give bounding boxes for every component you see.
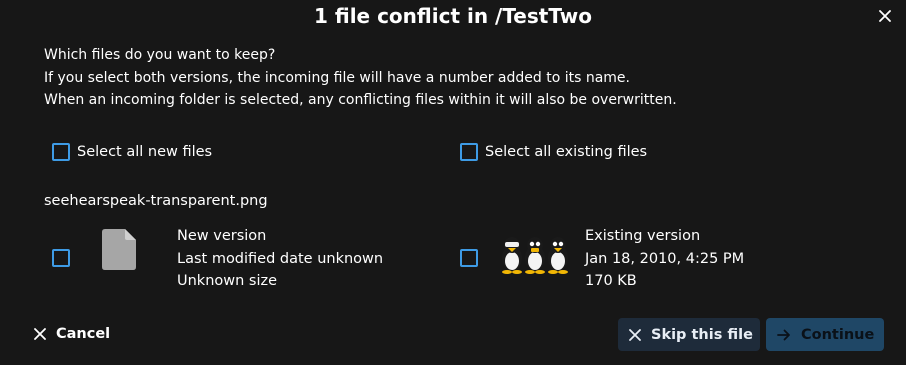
cancel-button[interactable]: Cancel bbox=[30, 318, 114, 350]
existing-version-size: 170 KB bbox=[585, 273, 637, 289]
new-version-checkbox[interactable] bbox=[52, 249, 70, 267]
select-all-new-checkbox[interactable] bbox=[52, 143, 70, 161]
select-all-existing-label[interactable]: Select all existing files bbox=[485, 143, 647, 161]
file-conflict-dialog: 1 file conflict in /TestTwo Which files … bbox=[0, 0, 906, 365]
penguin-3 bbox=[548, 237, 568, 274]
dialog-title: 1 file conflict in /TestTwo bbox=[313, 4, 593, 28]
penguins-thumbnail bbox=[502, 237, 568, 274]
continue-button[interactable]: Continue bbox=[766, 318, 884, 351]
arrow-right-icon bbox=[777, 329, 791, 341]
penguin-1 bbox=[502, 237, 522, 274]
select-all-existing-checkbox[interactable] bbox=[460, 143, 478, 161]
conflict-filename: seehearspeak-transparent.png bbox=[44, 193, 268, 209]
existing-version-title: Existing version bbox=[585, 228, 701, 244]
existing-version-modified: Jan 18, 2010, 4:25 PM bbox=[585, 250, 745, 267]
penguin-2 bbox=[525, 237, 545, 274]
close-button[interactable] bbox=[874, 5, 896, 27]
continue-label: Continue bbox=[801, 326, 875, 343]
cancel-label: Cancel bbox=[56, 326, 111, 342]
close-icon bbox=[879, 10, 891, 22]
file-icon bbox=[102, 229, 136, 270]
skip-label: Skip this file bbox=[651, 326, 753, 343]
close-icon bbox=[34, 328, 46, 340]
intro-line-3: When an incoming folder is selected, any… bbox=[44, 92, 677, 108]
intro-line-2: If you select both versions, the incomin… bbox=[44, 69, 630, 86]
close-icon bbox=[629, 328, 641, 341]
new-version-modified: Last modified date unknown bbox=[177, 250, 384, 267]
new-version-title: New version bbox=[177, 228, 267, 244]
skip-file-button[interactable]: Skip this file bbox=[618, 318, 760, 351]
new-version-size: Unknown size bbox=[177, 273, 278, 289]
intro-line-1: Which files do you want to keep? bbox=[44, 47, 276, 63]
existing-version-checkbox[interactable] bbox=[460, 249, 478, 267]
new-version-info: New version Last modified date unknown U… bbox=[177, 225, 383, 293]
existing-version-info: Existing version Jan 18, 2010, 4:25 PM 1… bbox=[585, 225, 744, 293]
select-all-new-label[interactable]: Select all new files bbox=[77, 143, 212, 161]
intro-text: Which files do you want to keep? If you … bbox=[44, 44, 677, 112]
